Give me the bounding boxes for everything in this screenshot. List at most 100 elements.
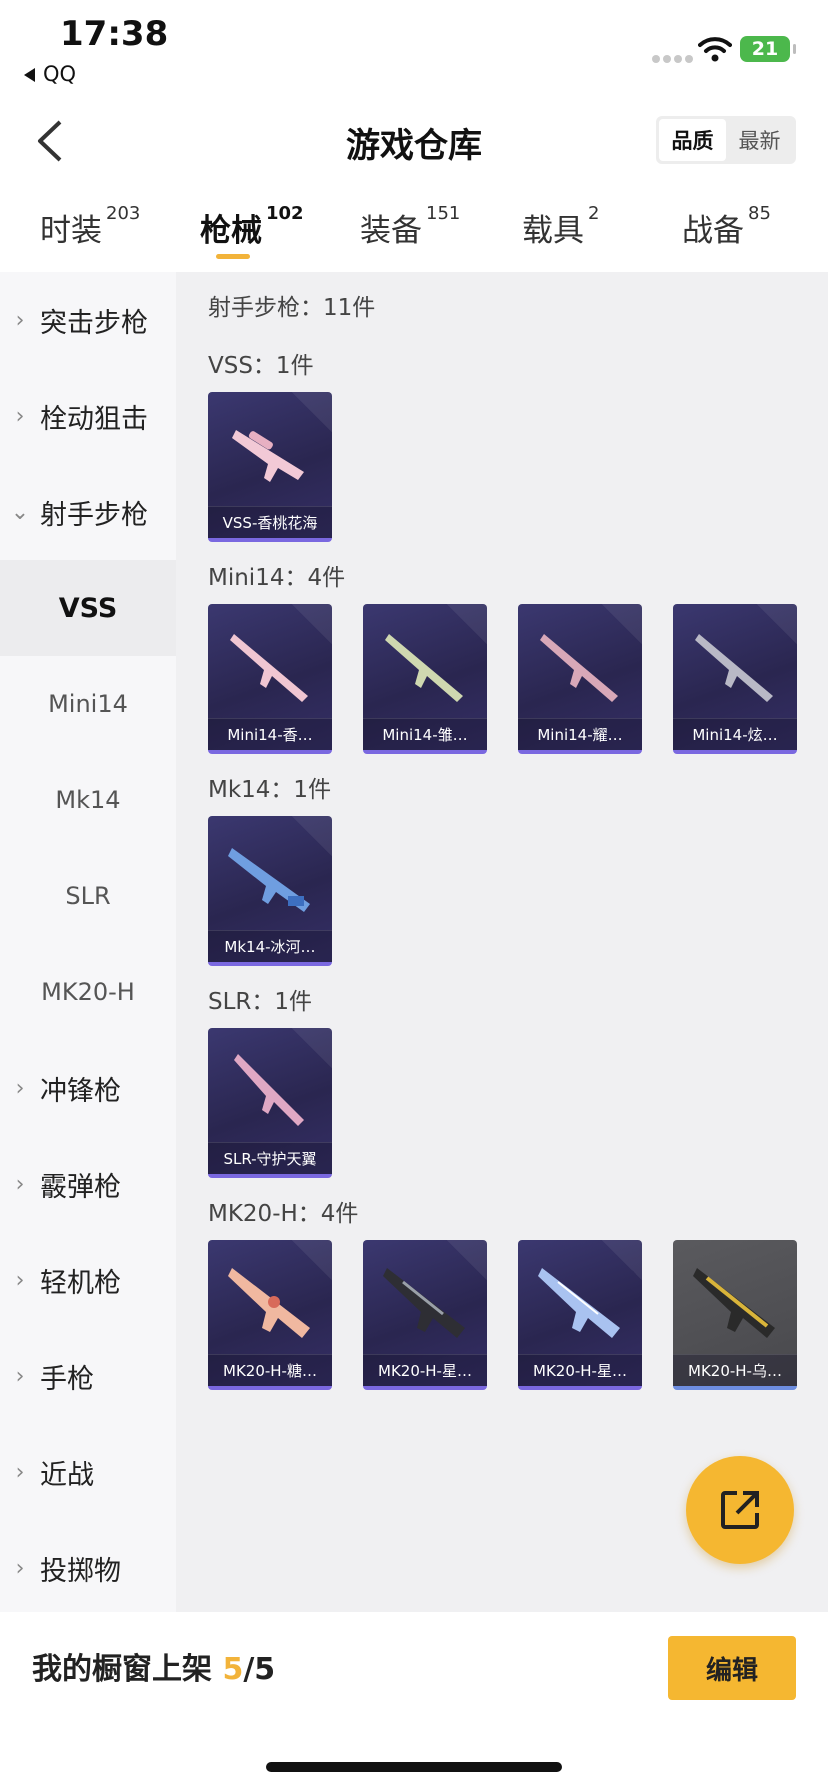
sidebar-item-label: 冲锋枪 bbox=[40, 1075, 121, 1107]
chevron-right-icon: › bbox=[15, 307, 25, 333]
item-card[interactable]: Mini14-耀… bbox=[518, 604, 642, 754]
chevron-right-icon: › bbox=[15, 403, 25, 429]
rifle-icon bbox=[234, 1054, 304, 1126]
sidebar-subitem-slr[interactable]: SLR bbox=[0, 848, 176, 944]
rifle-icon bbox=[228, 848, 310, 912]
sidebar-item-throwables[interactable]: › 投掷物 bbox=[0, 1520, 176, 1616]
tab-supplies[interactable]: 战备 85 bbox=[682, 203, 771, 250]
rifle-icon bbox=[228, 1268, 310, 1338]
item-card[interactable]: MK20-H-星… bbox=[363, 1240, 487, 1390]
tab-label: 时装 bbox=[40, 213, 102, 249]
sort-newest-button[interactable]: 最新 bbox=[726, 119, 793, 161]
edit-button[interactable]: 编辑 bbox=[668, 1636, 796, 1700]
group-title-mini14: Mini14：4件 bbox=[208, 565, 346, 591]
sidebar-item-marksman-rifle[interactable]: ⌄ 射手步枪 bbox=[0, 464, 176, 560]
item-name: MK20-H-糖… bbox=[208, 1354, 332, 1386]
wifi-icon bbox=[698, 37, 732, 62]
tab-label: 战备 bbox=[682, 213, 744, 249]
chevron-down-icon: ⌄ bbox=[10, 499, 30, 525]
tab-vehicles[interactable]: 载具 2 bbox=[522, 203, 600, 250]
sidebar-item-label: 霰弹枪 bbox=[40, 1171, 121, 1203]
tab-count: 151 bbox=[426, 203, 461, 224]
tab-count: 2 bbox=[588, 203, 600, 224]
group-title-slr: SLR：1件 bbox=[208, 989, 313, 1015]
share-button[interactable] bbox=[686, 1456, 794, 1564]
rifle-icon bbox=[538, 1268, 620, 1338]
sidebar-item-label: 栓动狙击 bbox=[40, 403, 148, 435]
sidebar-item-label: 手枪 bbox=[40, 1363, 94, 1395]
rifle-icon bbox=[230, 634, 308, 702]
item-name: Mini14-雏… bbox=[363, 718, 487, 750]
sidebar-subitem-vss[interactable]: VSS bbox=[0, 560, 176, 656]
home-indicator[interactable] bbox=[266, 1762, 562, 1772]
rifle-icon bbox=[695, 634, 773, 702]
chevron-right-icon: › bbox=[15, 1459, 25, 1485]
item-name: Mini14-炫… bbox=[673, 718, 797, 750]
rifle-icon bbox=[693, 1268, 775, 1338]
tab-label: 装备 bbox=[360, 213, 422, 249]
item-name: MK20-H-乌… bbox=[673, 1354, 797, 1386]
share-icon bbox=[721, 1491, 759, 1529]
sort-toggle[interactable]: 品质 最新 bbox=[656, 116, 796, 164]
tab-label: 载具 bbox=[522, 213, 584, 249]
sidebar-item-shotgun[interactable]: › 霰弹枪 bbox=[0, 1136, 176, 1232]
item-card[interactable]: VSS-香桃花海 bbox=[208, 392, 332, 542]
item-card[interactable]: Mini14-炫… bbox=[673, 604, 797, 754]
tab-weapons[interactable]: 枪械 102 bbox=[200, 203, 304, 250]
sort-quality-button[interactable]: 品质 bbox=[659, 119, 726, 161]
back-triangle-icon bbox=[24, 68, 35, 82]
item-name: SLR-守护天翼 bbox=[208, 1142, 332, 1174]
rifle-icon bbox=[383, 1268, 465, 1338]
sidebar-subitem-mk14[interactable]: Mk14 bbox=[0, 752, 176, 848]
chevron-right-icon: › bbox=[15, 1075, 25, 1101]
section-title: 射手步枪：11件 bbox=[208, 295, 376, 321]
chevron-right-icon: › bbox=[15, 1267, 25, 1293]
sidebar-item-assault-rifle[interactable]: › 突击步枪 bbox=[0, 272, 176, 368]
sidebar-item-lmg[interactable]: › 轻机枪 bbox=[0, 1232, 176, 1328]
battery-icon: 21 bbox=[740, 36, 796, 62]
sidebar-item-label: 投掷物 bbox=[40, 1555, 121, 1587]
group-title-mk20h: MK20-H：4件 bbox=[208, 1201, 359, 1227]
item-card[interactable]: MK20-H-糖… bbox=[208, 1240, 332, 1390]
rifle-icon bbox=[385, 634, 463, 702]
tab-count: 203 bbox=[106, 203, 141, 224]
showcase-total-count: /5 bbox=[243, 1652, 276, 1687]
sidebar-item-pistol[interactable]: › 手枪 bbox=[0, 1328, 176, 1424]
active-tab-indicator bbox=[216, 254, 250, 259]
group-title-mk14: Mk14：1件 bbox=[208, 777, 332, 803]
showcase-current-count: 5 bbox=[222, 1652, 244, 1687]
category-tabs: 时装 203 枪械 102 装备 151 载具 2 战备 85 bbox=[0, 203, 828, 265]
tab-equipment[interactable]: 装备 151 bbox=[360, 203, 461, 250]
showcase-status: 我的橱窗上架 5/5 bbox=[32, 1644, 275, 1688]
sidebar-item-label: 近战 bbox=[40, 1459, 94, 1491]
rifle-icon bbox=[232, 430, 304, 482]
signal-icon bbox=[652, 48, 696, 63]
sidebar-item-label: 轻机枪 bbox=[40, 1267, 121, 1299]
chevron-right-icon: › bbox=[15, 1171, 25, 1197]
sidebar-subitem-mk20h[interactable]: MK20-H bbox=[0, 944, 176, 1040]
item-card[interactable]: Mk14-冰河… bbox=[208, 816, 332, 966]
tab-label: 枪械 bbox=[200, 213, 262, 249]
item-name: VSS-香桃花海 bbox=[208, 506, 332, 538]
sidebar-item-label: 突击步枪 bbox=[40, 307, 148, 339]
tab-fashion[interactable]: 时装 203 bbox=[40, 203, 141, 250]
item-card[interactable]: SLR-守护天翼 bbox=[208, 1028, 332, 1178]
item-card[interactable]: MK20-H-星… bbox=[518, 1240, 642, 1390]
item-name: MK20-H-星… bbox=[363, 1354, 487, 1386]
tab-count: 102 bbox=[266, 203, 304, 224]
chevron-right-icon: › bbox=[15, 1555, 25, 1581]
item-name: Mk14-冰河… bbox=[208, 930, 332, 962]
item-card[interactable]: Mini14-雏… bbox=[363, 604, 487, 754]
item-card[interactable]: MK20-H-乌… bbox=[673, 1240, 797, 1390]
item-name: Mini14-香… bbox=[208, 718, 332, 750]
back-to-app-link[interactable]: QQ bbox=[24, 62, 76, 86]
item-card[interactable]: Mini14-香… bbox=[208, 604, 332, 754]
sidebar: › 突击步枪 › 栓动狙击 ⌄ 射手步枪 VSS Mini14 Mk14 SLR MK… bbox=[0, 272, 176, 1612]
sidebar-item-bolt-sniper[interactable]: › 栓动狙击 bbox=[0, 368, 176, 464]
sidebar-item-smg[interactable]: › 冲锋枪 bbox=[0, 1040, 176, 1136]
back-app-label: QQ bbox=[43, 62, 77, 86]
sidebar-item-melee[interactable]: › 近战 bbox=[0, 1424, 176, 1520]
status-time: 17:38 bbox=[60, 14, 169, 54]
sidebar-subitem-mini14[interactable]: Mini14 bbox=[0, 656, 176, 752]
item-name: MK20-H-星… bbox=[518, 1354, 642, 1386]
